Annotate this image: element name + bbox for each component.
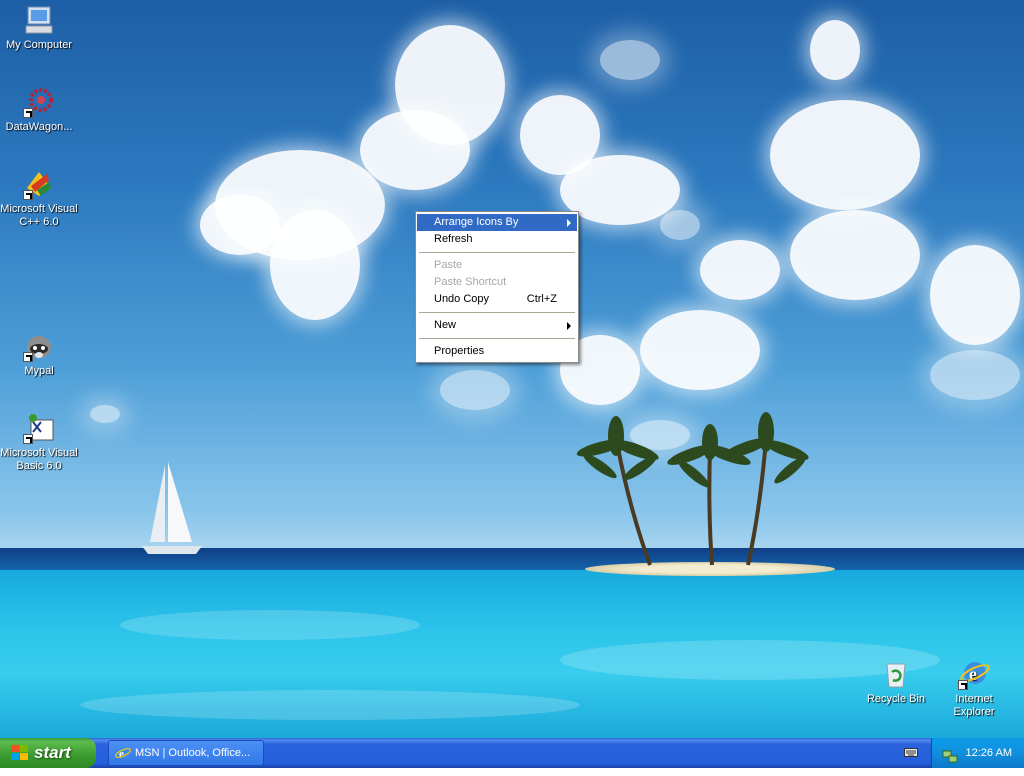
start-label: start bbox=[34, 743, 71, 762]
menu-item-label: New bbox=[434, 319, 457, 331]
desktop-icon-mypal[interactable]: Mypal bbox=[0, 330, 79, 378]
desktop-icon-visual-basic[interactable]: Microsoft Visual Basic 6.0 bbox=[0, 412, 79, 473]
menu-item-label: Paste bbox=[434, 259, 463, 271]
menu-item-label: Paste Shortcut bbox=[434, 276, 507, 288]
taskbar-button-label: MSN | Outlook, Office... bbox=[135, 747, 251, 759]
visual-cpp-icon bbox=[23, 168, 55, 200]
clock[interactable]: 12:26 AM bbox=[966, 738, 1012, 768]
menu-item-label: Undo Copy bbox=[434, 293, 490, 305]
menu-item-properties[interactable]: Properties bbox=[417, 343, 577, 360]
desktop-icon-label: Mypal bbox=[24, 365, 54, 377]
my-computer-icon bbox=[23, 4, 55, 36]
menu-separator bbox=[419, 338, 575, 339]
desktop-icon-internet-explorer[interactable]: e Internet Explorer bbox=[934, 658, 1014, 719]
desktop-icon-label: Microsoft Visual C++ 6.0 bbox=[0, 203, 78, 228]
desktop-icon-visual-cpp[interactable]: Microsoft Visual C++ 6.0 bbox=[0, 168, 79, 229]
start-button[interactable]: start bbox=[0, 738, 96, 768]
menu-item-undo-copy[interactable]: Undo Copy Ctrl+Z bbox=[417, 291, 577, 308]
internet-explorer-icon: e bbox=[115, 745, 131, 761]
desktop-icon-label: Internet Explorer bbox=[953, 693, 995, 718]
menu-separator bbox=[419, 312, 575, 313]
datawagon-icon bbox=[23, 86, 55, 118]
sailboat-image bbox=[142, 462, 202, 554]
menu-item-label: Arrange Icons By bbox=[434, 216, 519, 228]
menu-item-label: Refresh bbox=[434, 233, 473, 245]
internet-explorer-icon: e bbox=[958, 658, 990, 690]
desktop-context-menu: Arrange Icons By Refresh Paste Paste Sho… bbox=[415, 211, 579, 363]
recycle-bin-icon bbox=[880, 658, 912, 690]
submenu-arrow-icon bbox=[567, 219, 571, 227]
keyboard-icon[interactable] bbox=[904, 746, 918, 758]
palm-trees-image bbox=[576, 412, 809, 566]
taskbar-button-msn[interactable]: e MSN | Outlook, Office... bbox=[108, 740, 264, 766]
visual-basic-icon bbox=[23, 412, 55, 444]
desktop-icon-label: DataWagon... bbox=[5, 121, 73, 133]
menu-item-refresh[interactable]: Refresh bbox=[417, 231, 577, 248]
menu-separator bbox=[419, 252, 575, 253]
system-tray: 12:26 AM bbox=[931, 738, 1024, 768]
desktop-icon-label: Recycle Bin bbox=[866, 693, 926, 705]
menu-item-new[interactable]: New bbox=[417, 317, 577, 334]
desktop-icon-label: Microsoft Visual Basic 6.0 bbox=[0, 447, 78, 472]
menu-item-paste-shortcut: Paste Shortcut bbox=[417, 274, 577, 291]
desktop-background[interactable]: My Computer DataWagon... Microsoft Visua… bbox=[0, 0, 1024, 738]
mypal-raccoon-icon bbox=[23, 330, 55, 362]
desktop-icon-label: My Computer bbox=[5, 39, 73, 51]
windows-logo-icon bbox=[11, 745, 29, 762]
menu-item-arrange-icons-by[interactable]: Arrange Icons By bbox=[417, 214, 577, 231]
taskbar: start e MSN | Outlook, Office... bbox=[0, 738, 1024, 768]
menu-item-paste: Paste bbox=[417, 257, 577, 274]
desktop-icon-recycle-bin[interactable]: Recycle Bin bbox=[856, 658, 936, 706]
menu-item-label: Properties bbox=[434, 345, 485, 357]
menu-item-shortcut: Ctrl+Z bbox=[526, 293, 557, 305]
network-icon[interactable] bbox=[942, 746, 958, 763]
desktop-icon-datawagon[interactable]: DataWagon... bbox=[0, 86, 79, 134]
submenu-arrow-icon bbox=[567, 322, 571, 330]
desktop-icon-my-computer[interactable]: My Computer bbox=[0, 4, 79, 52]
